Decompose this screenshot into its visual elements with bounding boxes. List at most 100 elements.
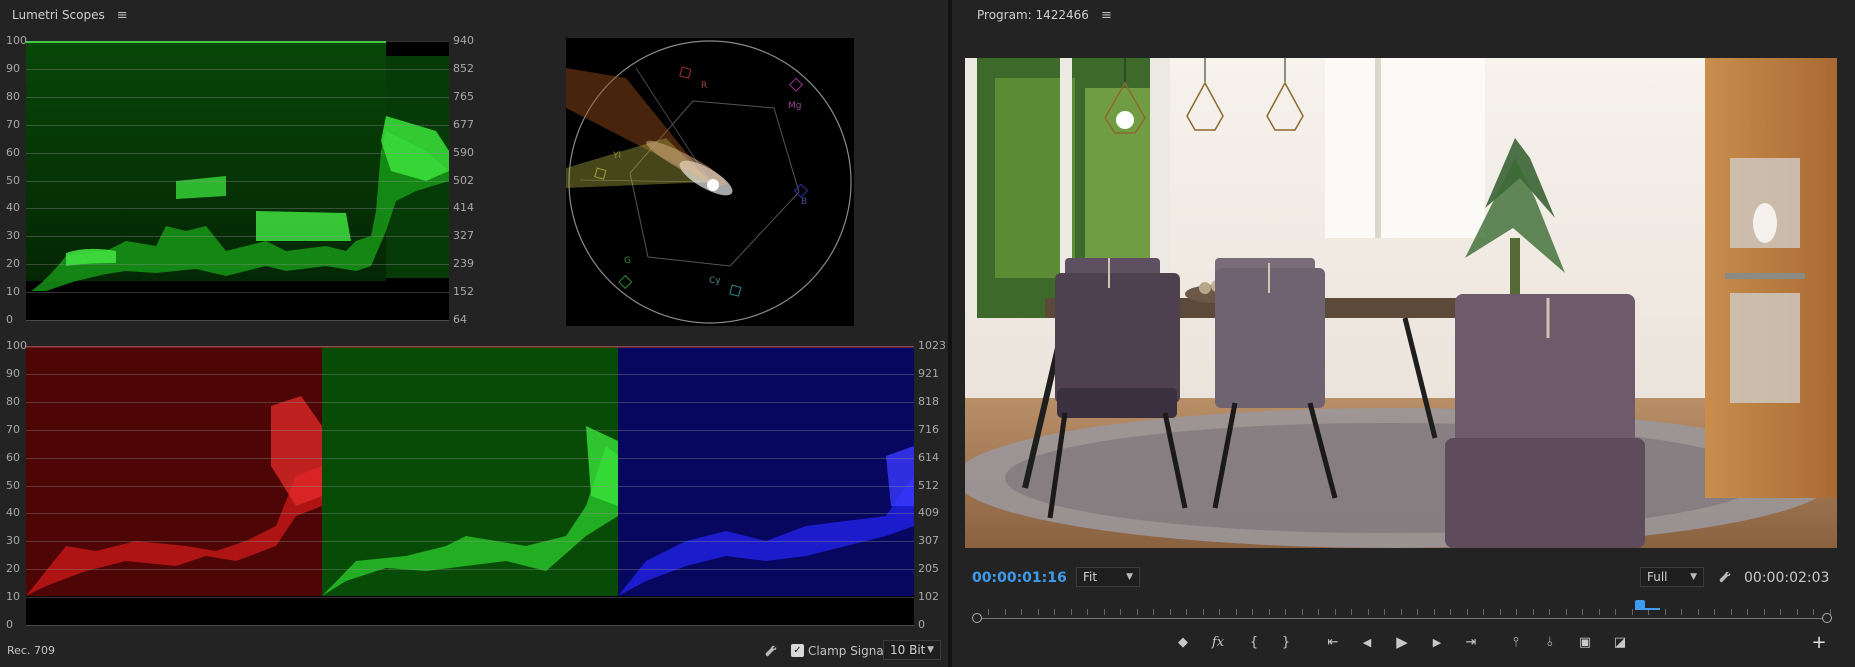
luma-right-tick-label: 852 [453,61,474,75]
ruler-tick [1730,609,1732,615]
extract-icon[interactable]: ⫰ [1539,632,1561,652]
rgb-gridline [26,373,914,375]
luma-right-tick-label: 590 [453,145,474,159]
rgb-left-tick-label: 70 [6,422,20,436]
chevron-down-icon: ▼ [927,645,934,655]
lift-icon[interactable]: ⫯ [1505,632,1527,652]
rgb-right-tick-label: 102 [918,590,939,604]
luma-right-tick-label: 677 [453,117,474,131]
ruler-tick [1813,609,1814,615]
ruler-tick [1763,609,1765,615]
hamburger-menu-icon[interactable]: ≡ [1101,8,1112,23]
ruler-tick [1186,609,1187,615]
rgb-gridline [26,569,914,571]
luma-gridline [26,68,449,70]
zoom-level-dropdown[interactable]: Fit ▼ [1076,567,1140,587]
bit-depth-dropdown[interactable]: 10 Bit ▼ [883,640,941,660]
ruler-tick [1433,609,1435,615]
lumetri-scopes-panel: Lumetri Scopes ≡ 100 940 90 852 80 765 70 677 60… [0,0,948,667]
luma-right-tick-label: 502 [453,173,474,187]
ruler-tick [1070,609,1072,615]
settings-wrench-icon[interactable] [1718,570,1732,584]
luma-left-tick-label: 20 [6,257,20,271]
ruler-tick [1037,609,1039,615]
rgb-gridline [26,401,914,403]
step-back-icon[interactable]: ◀ [1356,632,1378,652]
luma-left-tick-label: 0 [6,313,13,326]
ruler-tick [1103,609,1105,615]
ruler-tick [1466,609,1468,615]
ruler-tick [1021,609,1022,615]
ruler-tick [1615,609,1616,615]
ruler-tick [1780,609,1781,615]
rgb-right-tick-label: 512 [918,478,939,492]
ruler-tick [1417,609,1418,615]
luma-left-tick-label: 60 [6,145,20,159]
ruler-tick [1219,609,1220,615]
ruler-tick [1054,609,1055,615]
luma-right-tick-label: 239 [453,257,474,271]
chevron-down-icon: ▼ [1690,572,1697,582]
export-frame-icon[interactable]: ▣ [1574,632,1596,652]
ruler-tick [1087,609,1088,615]
rgb-gridline [26,513,914,515]
settings-wrench-icon[interactable] [764,644,778,658]
rgb-gridline [26,541,914,543]
clamp-signal-label: Clamp Signal [808,643,888,658]
ruler-tick [1747,609,1748,615]
luma-left-tick-label: 100 [6,34,27,47]
scopes-footer: Rec. 709 ✓ Clamp Signal 10 Bit ▼ [0,634,948,667]
ruler-tick [1153,609,1154,615]
scopes-panel-title[interactable]: Lumetri Scopes [12,8,105,22]
ruler-tick [1268,609,1270,615]
add-button-icon[interactable]: + [1808,632,1830,653]
rgb-left-tick-label: 10 [6,590,20,604]
rgb-right-tick-label: 205 [918,562,939,576]
luma-gridline [26,320,449,321]
ruler-tick [1235,609,1237,615]
luma-left-tick-label: 70 [6,117,20,131]
vectorscope-label-g: G [624,256,631,266]
rgb-left-tick-label: 90 [6,366,20,380]
clamp-signal-checkbox[interactable]: ✓ [791,644,804,657]
add-marker-icon[interactable]: ◆ [1172,632,1194,652]
luma-gridline [26,152,449,154]
rgb-left-tick-label: 30 [6,534,20,548]
comparison-view-icon[interactable]: ◪ [1609,632,1631,652]
time-ruler[interactable] [972,600,1832,623]
step-forward-icon[interactable]: ▶ [1426,632,1448,652]
go-to-out-icon[interactable]: ⇥ [1460,632,1482,652]
duration-timecode: 00:00:02:03 [1744,570,1830,586]
program-panel-title[interactable]: Program: 1422466 [977,8,1089,22]
luma-right-tick-label: 765 [453,89,474,103]
go-to-in-icon[interactable]: ⇤ [1322,632,1344,652]
luma-gridline [26,292,449,294]
hamburger-menu-icon[interactable]: ≡ [117,8,128,23]
vectorscope-label-mg: Mg [788,101,801,111]
ruler-tick [1483,609,1484,615]
rgb-left-tick-label: 20 [6,562,20,576]
bit-depth-value: 10 Bit [890,643,926,657]
current-timecode[interactable]: 00:00:01:16 [972,570,1067,586]
fx-icon[interactable]: fx [1207,632,1229,652]
ruler-tick [1120,609,1121,615]
program-panel-header: Program: 1422466 ≡ [965,0,1112,30]
program-video-preview[interactable] [965,58,1837,548]
ruler-end-handle[interactable] [1822,613,1832,623]
ruler-start-handle[interactable] [972,613,982,623]
vectorscope-graticule: R Mg B Cy G Yl [566,40,852,324]
playback-resolution-dropdown[interactable]: Full ▼ [1640,567,1704,587]
rgb-right-tick-label: 716 [918,422,939,436]
rgb-right-tick-label: 409 [918,506,939,520]
ruler-tick [1565,609,1567,615]
color-space-label[interactable]: Rec. 709 [7,644,55,657]
rgb-right-tick-label: 307 [918,534,939,548]
luma-gridline [26,180,449,182]
mark-out-icon[interactable]: } [1275,632,1297,652]
play-icon[interactable]: ▶ [1391,632,1413,652]
mark-in-icon[interactable]: { [1243,632,1265,652]
ruler-tick [1252,609,1253,615]
ruler-tick [1004,609,1006,615]
luma-left-tick-label: 80 [6,89,20,103]
ruler-tick [1202,609,1204,615]
